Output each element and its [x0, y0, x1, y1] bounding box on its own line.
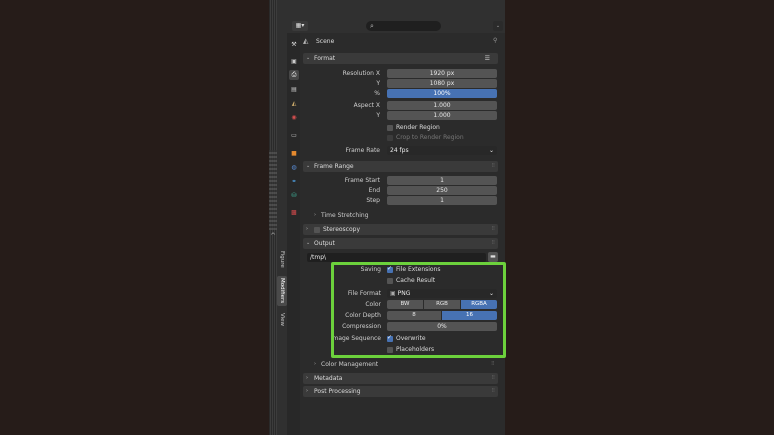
presets-icon[interactable]: ☰	[485, 53, 490, 64]
frame-step-field[interactable]: 1	[387, 196, 497, 205]
aspect-y-label: Y	[376, 112, 380, 119]
header-menu-button[interactable]: ⌄	[493, 21, 503, 31]
folder-icon[interactable]: ▬	[488, 252, 498, 262]
format-title: Format	[314, 55, 336, 62]
tab-view[interactable]: View	[277, 310, 287, 330]
search-input[interactable]: ⌕	[366, 21, 441, 31]
stereoscopy-panel-header[interactable]: › Stereoscopy ⠿	[303, 224, 498, 235]
format-panel-header[interactable]: ⌄ Format ☰	[303, 53, 498, 64]
chevron-down-icon: ⌄	[306, 55, 311, 61]
object-tab-icon[interactable]: ■	[289, 148, 299, 158]
res-x-label: Resolution X	[342, 70, 380, 77]
chevron-down-icon: ⌄	[306, 163, 311, 169]
crop-region-checkbox[interactable]	[387, 135, 393, 141]
viewport-geometry	[269, 150, 277, 230]
editor-type-button[interactable]: ▦▾	[292, 21, 308, 31]
chevron-right-icon[interactable]: ›	[314, 211, 316, 220]
chevron-up-icon[interactable]: ^	[269, 232, 277, 242]
search-icon: ⌕	[370, 22, 374, 30]
time-stretching-subpanel[interactable]: Time Stretching	[321, 211, 369, 220]
chevron-right-icon: ›	[306, 388, 308, 394]
aspect-x-field[interactable]: 1.000	[387, 101, 497, 110]
metadata-title: Metadata	[314, 375, 343, 382]
aspect-x-label: Aspect X	[353, 102, 380, 109]
output-tab-icon[interactable]: ⎙	[289, 70, 299, 80]
properties-header: ▦▾ ⌕ ⌄	[287, 19, 505, 33]
frame-end-label: End	[368, 187, 380, 194]
drag-handle-icon[interactable]: ⠿	[491, 386, 495, 397]
frame-start-label: Frame Start	[344, 177, 380, 184]
chevron-down-icon: ⌄	[488, 147, 494, 154]
context-title: Scene	[316, 38, 335, 45]
chevron-down-icon: ⌄	[306, 240, 311, 246]
render-region-checkbox[interactable]	[387, 125, 393, 131]
frame-range-title: Frame Range	[314, 163, 354, 170]
stereoscopy-checkbox[interactable]	[314, 226, 320, 233]
tab-figure[interactable]: Figure	[277, 246, 287, 272]
resolution-y-field[interactable]: 1080 px	[387, 79, 497, 88]
tab-modifiers[interactable]: Modifiers	[277, 276, 287, 306]
frame-range-panel-header[interactable]: ⌄ Frame Range ⠿	[303, 161, 498, 172]
drag-handle-icon[interactable]: ⠿	[491, 224, 495, 235]
drag-handle-icon[interactable]: ⠿	[491, 373, 495, 384]
output-title: Output	[314, 240, 335, 247]
frame-rate-dropdown[interactable]: 24 fps ⌄	[387, 146, 497, 155]
viewport-strip: ^	[269, 0, 277, 435]
frame-end-field[interactable]: 250	[387, 186, 497, 195]
output-path-field[interactable]: /tmp\	[307, 253, 486, 262]
res-y-label: Y	[376, 80, 380, 87]
color-management-subpanel[interactable]: Color Management	[321, 360, 378, 369]
chevron-right-icon[interactable]: ›	[314, 360, 316, 369]
world-tab-icon[interactable]: ◉	[289, 112, 299, 122]
highlight-box	[331, 262, 506, 358]
properties-tabs: ⚒ ▣ ⎙ ▤ ◭ ◉ ▭ ■ ◍ ⚭ ⛁ ▩	[287, 33, 300, 435]
frame-start-field[interactable]: 1	[387, 176, 497, 185]
metadata-panel-header[interactable]: › Metadata ⠿	[303, 373, 498, 384]
render-tab-icon[interactable]: ▣	[289, 56, 299, 66]
chevron-right-icon: ›	[306, 375, 308, 381]
output-panel-header[interactable]: ⌄ Output ⠿	[303, 238, 498, 249]
scene-tab-icon[interactable]: ◭	[289, 98, 299, 108]
drag-handle-icon[interactable]: ⠿	[491, 161, 495, 172]
data-tab-icon[interactable]: ⛁	[289, 190, 299, 200]
render-region-label: Render Region	[396, 124, 440, 131]
drag-handle-icon[interactable]: ⠿	[491, 238, 495, 249]
res-pct-label: %	[374, 90, 380, 97]
frame-step-label: Step	[366, 197, 380, 204]
scene-icon: ◭	[303, 37, 309, 45]
crop-region-label: Crop to Render Region	[396, 134, 464, 141]
pin-icon[interactable]: ⚲	[493, 37, 497, 44]
texture-tab-icon[interactable]: ▩	[289, 207, 299, 217]
frame-rate-value: 24 fps	[390, 147, 409, 154]
physics-tab-icon[interactable]: ◍	[289, 162, 299, 172]
tool-tab-icon[interactable]: ⚒	[289, 39, 299, 49]
chevron-right-icon: ›	[306, 226, 308, 232]
aspect-y-field[interactable]: 1.000	[387, 111, 497, 120]
post-processing-title: Post Processing	[314, 388, 361, 395]
blender-window: ^ Figure Modifiers View ▦▾ ⌕ ⌄ ⚒ ▣ ⎙ ▤ ◭…	[269, 0, 505, 435]
resolution-x-field[interactable]: 1920 px	[387, 69, 497, 78]
constraints-tab-icon[interactable]: ⚭	[289, 176, 299, 186]
drag-handle-icon[interactable]: ⠿	[491, 360, 495, 369]
resolution-percent-field[interactable]: 100%	[387, 89, 497, 98]
post-processing-panel-header[interactable]: › Post Processing ⠿	[303, 386, 498, 397]
frame-rate-label: Frame Rate	[345, 147, 380, 154]
stereoscopy-title: Stereoscopy	[323, 226, 361, 233]
properties-content: ◭ Scene ⚲ ⌄ Format ☰ Resolution X 1920 p…	[300, 33, 505, 435]
collection-tab-icon[interactable]: ▭	[289, 130, 299, 140]
view-layer-tab-icon[interactable]: ▤	[289, 84, 299, 94]
